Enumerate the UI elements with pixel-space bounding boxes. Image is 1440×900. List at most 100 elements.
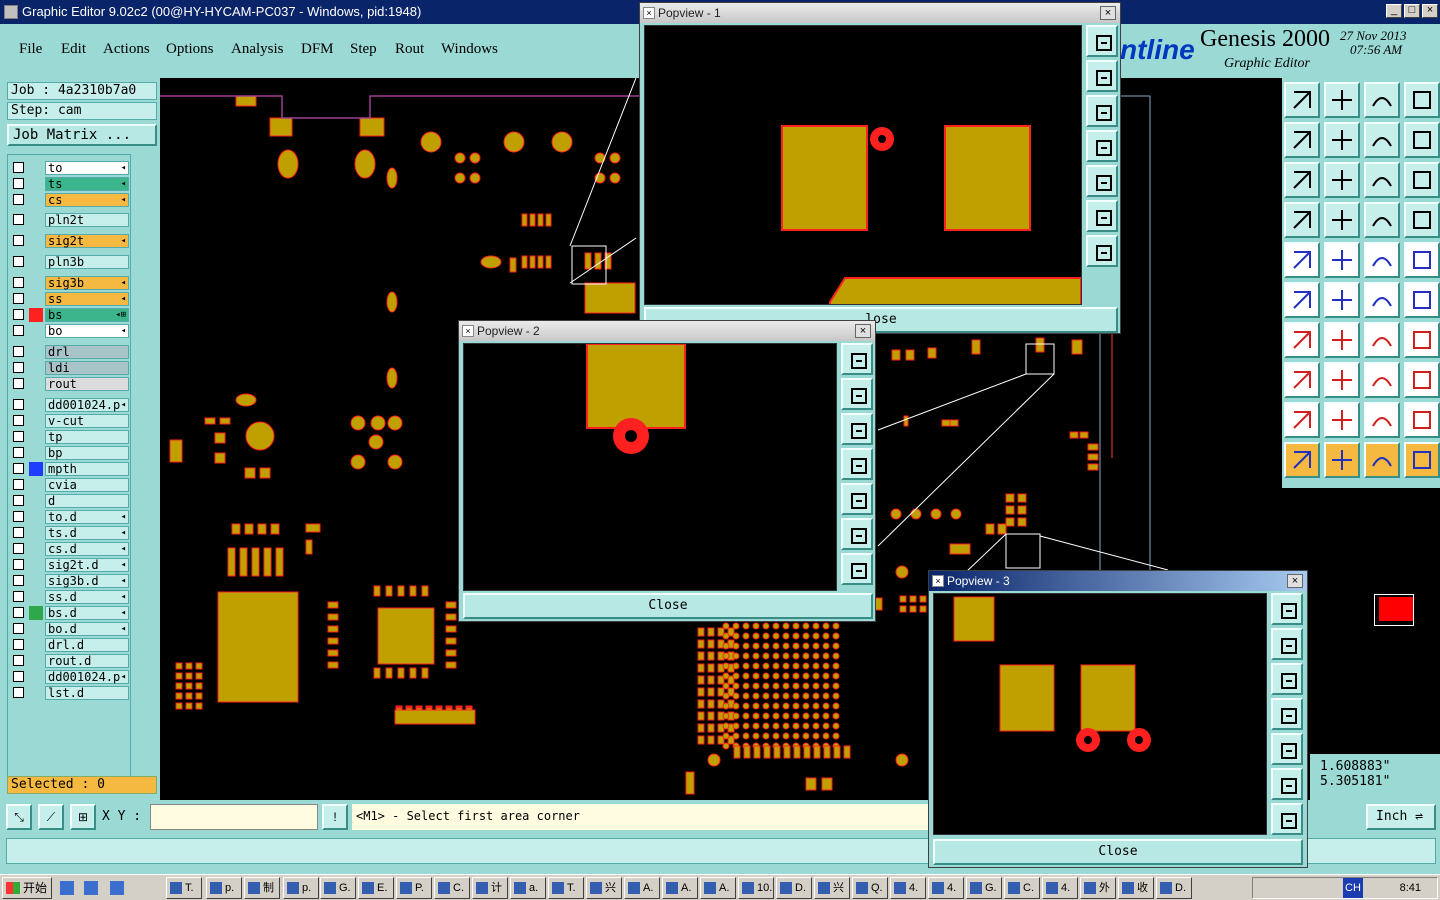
fit-all-icon[interactable] <box>1271 768 1303 800</box>
popview-3-close-button[interactable]: Close <box>933 839 1303 865</box>
layer-name[interactable]: sig3b.d ◂ <box>45 574 129 588</box>
layer-checkbox[interactable] <box>13 178 24 189</box>
layer-name[interactable]: ldi <box>45 361 129 375</box>
layer-checkbox[interactable] <box>13 447 24 458</box>
layer-checkbox[interactable] <box>13 399 24 410</box>
layer-checkbox[interactable] <box>13 527 24 538</box>
layer-checkbox[interactable] <box>13 687 24 698</box>
layer-checkbox[interactable] <box>13 575 24 586</box>
layer-name[interactable]: bp <box>45 446 129 460</box>
menu-analysis[interactable]: Analysis <box>231 41 284 58</box>
layer-row[interactable]: d <box>11 494 129 508</box>
job-matrix-button[interactable]: Job Matrix ... <box>7 124 157 146</box>
layer-name[interactable]: ss ◂ <box>45 292 129 306</box>
layer-name[interactable]: ss.d ◂ <box>45 590 129 604</box>
taskbar-item[interactable]: C. <box>434 877 470 899</box>
layer-row[interactable]: sig3b.d ◂ <box>11 574 129 588</box>
scissors-icon[interactable] <box>1284 202 1320 238</box>
text-icon[interactable] <box>1404 322 1440 358</box>
layer-name[interactable]: bs.d ◂ <box>45 606 129 620</box>
layer-row[interactable]: drl.d <box>11 638 129 652</box>
line-add-icon[interactable] <box>1364 282 1400 318</box>
taskbar-item[interactable]: 制 <box>244 877 280 899</box>
net-highlight-icon[interactable] <box>1364 202 1400 238</box>
taskbar-item[interactable]: P. <box>396 877 432 899</box>
pan-right-icon[interactable] <box>841 483 873 515</box>
menu-actions[interactable]: Actions <box>103 41 150 58</box>
dimension-icon[interactable] <box>1364 362 1400 398</box>
layer-row[interactable]: pln2t <box>11 213 129 227</box>
select-area-icon[interactable] <box>1364 442 1400 478</box>
layer-name[interactable]: pln2t <box>45 213 129 227</box>
layer-checkbox[interactable] <box>13 346 24 357</box>
peak2-icon[interactable] <box>1364 402 1400 438</box>
zoom-window-icon[interactable] <box>841 343 873 375</box>
layer-name[interactable]: to.d ◂ <box>45 510 129 524</box>
layer-name[interactable]: rout <box>45 377 129 391</box>
pan-right-icon[interactable] <box>1324 122 1360 158</box>
layer-row[interactable]: pln3b <box>11 255 129 269</box>
layer-row[interactable]: ts ◂ <box>11 177 129 191</box>
net-compare-icon[interactable] <box>1404 202 1440 238</box>
menu-options[interactable]: Options <box>166 41 214 58</box>
layer-checkbox[interactable] <box>13 479 24 490</box>
zoom-window-icon[interactable] <box>1086 25 1118 57</box>
taskbar-item[interactable]: 外 <box>1080 877 1116 899</box>
popview-1-canvas[interactable] <box>644 25 1082 305</box>
layer-checkbox[interactable] <box>13 607 24 618</box>
fit-icon[interactable] <box>1284 162 1320 198</box>
taskbar-item[interactable]: p. <box>206 877 242 899</box>
taskbar-item[interactable]: 收 <box>1118 877 1154 899</box>
line-red2-icon[interactable] <box>1404 282 1440 318</box>
layer-row[interactable]: bp <box>11 446 129 460</box>
layer-row[interactable]: sig3b ◂ <box>11 276 129 290</box>
zoom-out-icon[interactable] <box>1324 82 1360 118</box>
layer-name[interactable]: bo ◂ <box>45 324 129 338</box>
layer-row[interactable]: rout.d <box>11 654 129 668</box>
minimize-button[interactable]: _ <box>1386 4 1402 18</box>
desktop-icon[interactable] <box>84 881 98 895</box>
layer-name[interactable]: cs ◂ <box>45 193 129 207</box>
layer-name[interactable]: tp <box>45 430 129 444</box>
layer-row[interactable]: rout <box>11 377 129 391</box>
popview-3-canvas[interactable] <box>933 593 1267 835</box>
media-icon[interactable] <box>110 881 124 895</box>
layer-checkbox[interactable] <box>13 623 24 634</box>
layer-name[interactable]: sig2t.d ◂ <box>45 558 129 572</box>
taskbar-item[interactable]: Q. <box>852 877 888 899</box>
zoom-out-icon[interactable] <box>1271 663 1303 695</box>
undo-icon[interactable] <box>1364 122 1400 158</box>
taskbar-item[interactable]: A. <box>624 877 660 899</box>
layer-row[interactable]: ss ◂ <box>11 292 129 306</box>
layer-row[interactable]: sig2t ◂ <box>11 234 129 248</box>
triangle-icon[interactable] <box>1284 402 1320 438</box>
input-method-indicator[interactable]: CH <box>1343 878 1363 898</box>
fit-all-icon[interactable] <box>841 518 873 550</box>
pan-left-icon[interactable] <box>1086 130 1118 162</box>
layer-row[interactable]: to.d ◂ <box>11 510 129 524</box>
zoom-window-icon[interactable] <box>1271 593 1303 625</box>
ruler-icon[interactable] <box>1364 242 1400 278</box>
layer-checkbox[interactable] <box>13 559 24 570</box>
layer-name[interactable]: sig3b ◂ <box>45 276 129 290</box>
layer-name[interactable]: mpth <box>45 462 129 476</box>
layer-row[interactable]: lst.d <box>11 686 129 700</box>
menu-dfm[interactable]: DFM <box>301 41 334 58</box>
menu-windows[interactable]: Windows <box>441 41 498 58</box>
pan-right-icon[interactable] <box>1271 733 1303 765</box>
taskbar-item[interactable]: p. <box>283 877 319 899</box>
arc-icon[interactable] <box>1364 322 1400 358</box>
popview-2-close-button[interactable]: Close <box>463 593 873 619</box>
layer-row[interactable]: mpth <box>11 462 129 476</box>
redraw-icon[interactable] <box>1404 122 1440 158</box>
menu-step[interactable]: Step <box>350 41 377 58</box>
layer-name[interactable]: to ◂ <box>45 161 129 175</box>
menu-file[interactable]: File <box>19 41 42 58</box>
zoom-in-icon[interactable] <box>841 378 873 410</box>
layer-name[interactable]: sig2t ◂ <box>45 234 129 248</box>
taskbar-item[interactable]: C. <box>1004 877 1040 899</box>
popview-2-close-icon[interactable]: × <box>855 324 871 338</box>
shape-icon[interactable] <box>1404 362 1440 398</box>
layer-row[interactable]: bs.d ◂ <box>11 606 129 620</box>
layer-row[interactable]: ss.d ◂ <box>11 590 129 604</box>
